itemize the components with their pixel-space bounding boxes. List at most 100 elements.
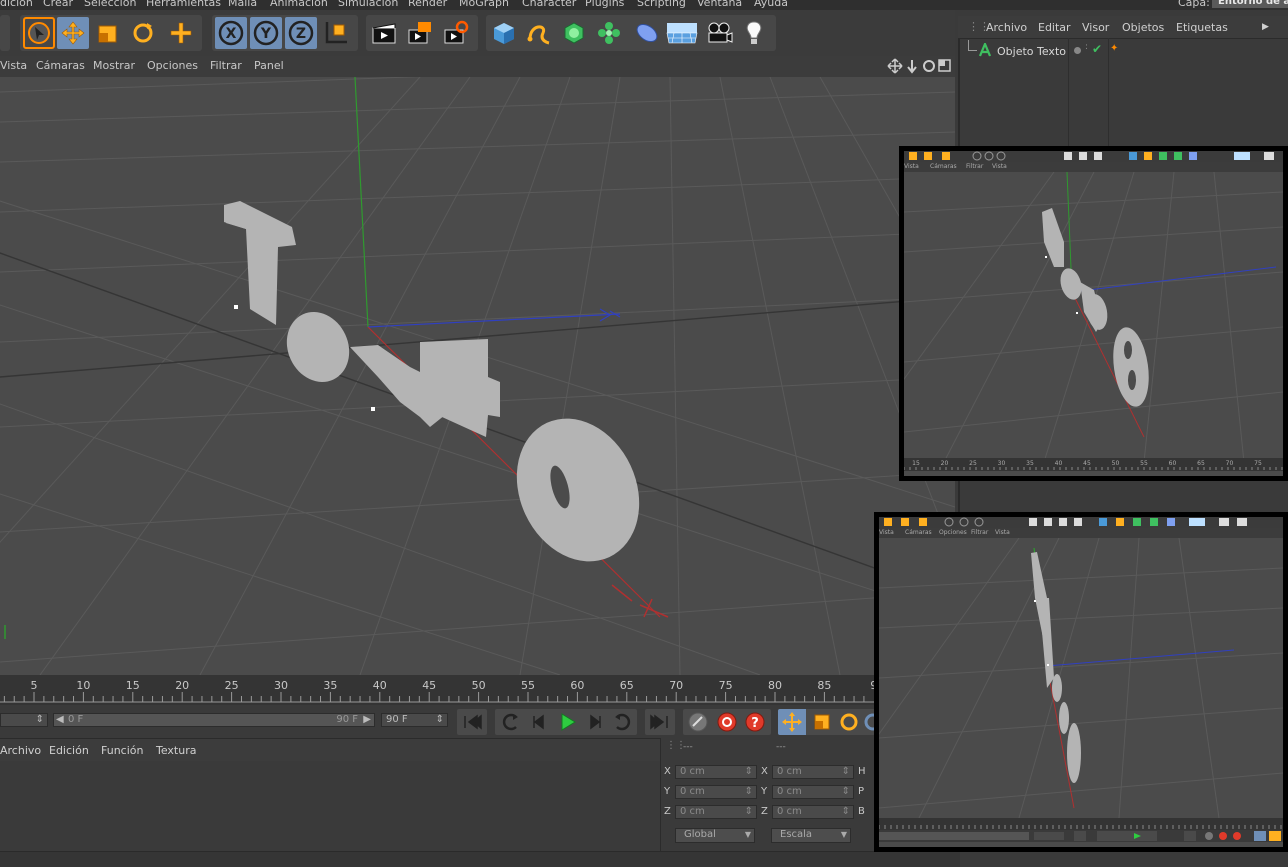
size-mode-dropdown[interactable]: Escala ▼ [771, 828, 851, 843]
spline-icon[interactable] [523, 17, 555, 49]
nurbs-icon[interactable] [558, 17, 590, 49]
current-frame-field[interactable]: ⇕ [0, 713, 48, 727]
viewport-menu-panel[interactable]: Panel [254, 59, 284, 72]
menu-animacion[interactable]: Animación [270, 0, 328, 9]
size-z-value: 0 cm [777, 806, 802, 817]
perspective-viewport[interactable] [0, 77, 955, 675]
render-view-icon[interactable] [368, 17, 400, 49]
inset-bottom-menu: Vista Cámaras Opciones Filtrar Vista [879, 528, 1283, 538]
next-frame-icon[interactable] [581, 709, 609, 735]
viewport-menu-filtrar[interactable]: Filtrar [210, 59, 242, 72]
array-icon[interactable] [593, 17, 625, 49]
timeline-ruler[interactable]: 5 10 15 20 25 30 35 40 45 50 55 60 65 70 75 80 85 9 [0, 675, 877, 705]
pos-y-field[interactable]: 0 cm ⇕ [675, 785, 757, 799]
menu-character[interactable]: Character [522, 0, 576, 9]
next-keyframe-icon[interactable] [608, 709, 636, 735]
viewport-menu-opciones[interactable]: Opciones [147, 59, 198, 72]
viewport-menu-vista[interactable]: Vista [0, 59, 27, 72]
key-position-icon[interactable] [778, 709, 806, 735]
om-menu-editar[interactable]: Editar [1038, 21, 1071, 34]
x-axis-icon[interactable]: X [215, 17, 247, 49]
deformer-icon[interactable] [631, 17, 663, 49]
go-to-end-button[interactable] [645, 709, 675, 735]
menu-herramientas[interactable]: Herramientas [146, 0, 221, 9]
om-expand-icon[interactable]: ▶ [1262, 22, 1269, 32]
tool-group-render [366, 15, 478, 51]
prev-keyframe-icon[interactable] [497, 709, 525, 735]
render-picture-viewer-icon[interactable] [404, 17, 436, 49]
inset-top-menu-vista: Vista [904, 163, 919, 170]
timeline-tick-label: 75 [719, 679, 733, 692]
timeline-tick-label: 45 [422, 679, 436, 692]
inset-screenshot-bottom: Vista Cámaras Opciones Filtrar Vista [874, 512, 1288, 852]
material-list-area[interactable] [0, 761, 660, 851]
viewport-nav-icons[interactable] [887, 58, 953, 74]
play-icon[interactable] [553, 709, 581, 735]
coordinate-system-icon[interactable] [320, 17, 352, 49]
go-to-start-button[interactable] [457, 709, 487, 735]
coord-mode-value: Global [684, 829, 716, 840]
pos-z-label: Z [664, 806, 671, 817]
timeline-tick-label: 35 [323, 679, 337, 692]
size-z-field[interactable]: 0 cm ⇕ [772, 805, 854, 819]
layer-label: Capa: [1178, 0, 1210, 9]
om-menu-objetos[interactable]: Objetos [1122, 21, 1164, 34]
pos-z-field[interactable]: 0 cm ⇕ [675, 805, 757, 819]
enabled-check-icon[interactable]: ✔ [1092, 42, 1102, 56]
move-icon[interactable] [57, 17, 89, 49]
light-icon[interactable] [738, 17, 770, 49]
size-y-field[interactable]: 0 cm ⇕ [772, 785, 854, 799]
key-rotation-icon[interactable] [835, 709, 863, 735]
mat-menu-funcion[interactable]: Función [101, 744, 143, 757]
camera-icon[interactable] [703, 17, 735, 49]
floor-icon[interactable] [666, 17, 698, 49]
inset-top-toolbar [904, 151, 1283, 162]
menu-ventana[interactable]: Ventana [697, 0, 742, 9]
om-menu-archivo[interactable]: Archivo [986, 21, 1027, 34]
add-icon[interactable] [165, 17, 197, 49]
size-x-field[interactable]: 0 cm ⇕ [772, 765, 854, 779]
frame-range-slider[interactable]: ◀ 0 F 90 F ▶ [53, 713, 375, 727]
object-name[interactable]: Objeto Texto [997, 45, 1066, 58]
visibility-dot-icon[interactable] [1074, 47, 1081, 54]
object-row[interactable]: Objeto Texto : ✔ ✦ [960, 40, 1288, 62]
menu-ayuda[interactable]: Ayuda [754, 0, 788, 9]
y-axis-icon[interactable]: Y [250, 17, 282, 49]
object-manager-menu: ⋮⋮ Archivo Editar Visor Objetos Etiqueta… [958, 16, 1288, 39]
rotate-icon[interactable] [127, 17, 159, 49]
menu-edicion[interactable]: dición [0, 0, 33, 9]
cube-icon[interactable] [488, 17, 520, 49]
viewport-menu-camaras[interactable]: Cámaras [36, 59, 85, 72]
tag-icon[interactable]: ✦ [1110, 43, 1118, 54]
menu-render[interactable]: Render [408, 0, 447, 9]
render-settings-icon[interactable] [440, 17, 472, 49]
end-frame-field[interactable]: 90 F ⇕ [381, 713, 448, 727]
om-menu-visor[interactable]: Visor [1082, 21, 1109, 34]
mat-menu-textura[interactable]: Textura [156, 744, 196, 757]
menu-simulacion[interactable]: Simulación [338, 0, 398, 9]
menu-plugins[interactable]: Plugins [585, 0, 624, 9]
menu-malla[interactable]: Malla [228, 0, 257, 9]
inset-bottom-menu-opciones: Opciones [939, 529, 967, 536]
prev-frame-icon[interactable] [525, 709, 553, 735]
layer-dropdown[interactable]: Entorno de a [1212, 0, 1288, 8]
live-selection-icon[interactable] [23, 17, 55, 49]
key-scale-icon[interactable] [808, 709, 836, 735]
text-object[interactable] [224, 201, 662, 582]
coord-mode-dropdown[interactable]: Global ▼ [675, 828, 755, 843]
menu-crear[interactable]: Crear [43, 0, 73, 9]
pos-x-field[interactable]: 0 cm ⇕ [675, 765, 757, 779]
autokey-icon[interactable] [684, 709, 712, 735]
mat-menu-edicion[interactable]: Edición [49, 744, 89, 757]
viewport-menu-mostrar[interactable]: Mostrar [93, 59, 135, 72]
help-keyframe-icon[interactable]: ? [741, 709, 769, 735]
scale-icon[interactable] [92, 17, 124, 49]
record-icon[interactable] [713, 709, 741, 735]
mat-menu-archivo[interactable]: Archivo [0, 744, 41, 757]
menu-mograph[interactable]: MoGraph [459, 0, 509, 9]
menu-seleccion[interactable]: Selección [84, 0, 136, 9]
menu-scripting[interactable]: Scripting [637, 0, 686, 9]
z-axis-icon[interactable]: Z [285, 17, 317, 49]
render-dot-icon[interactable]: : [1085, 42, 1088, 52]
om-menu-etiquetas[interactable]: Etiquetas [1176, 21, 1228, 34]
